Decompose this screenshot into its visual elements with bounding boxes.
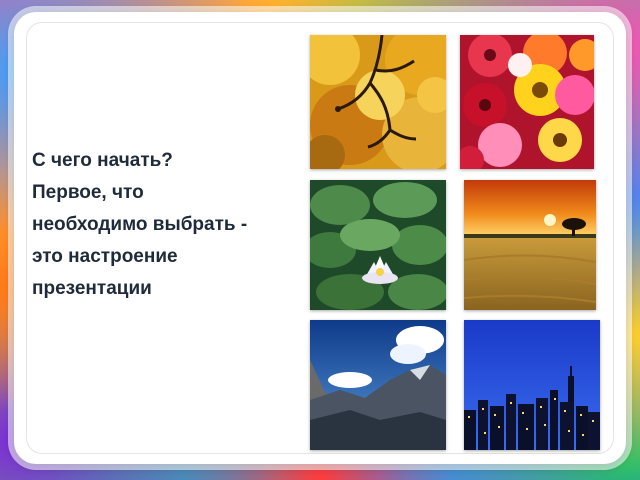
- night-city-photo: [464, 320, 600, 450]
- text-line-4: это настроение: [32, 246, 178, 267]
- text-line-3: необходимо выбрать -: [32, 214, 248, 235]
- text-line-2: Первое, что: [32, 182, 144, 203]
- water-lily-photo: [310, 180, 446, 310]
- mountains-photo: [310, 320, 446, 450]
- text-line-5: презентации: [32, 278, 152, 299]
- gerbera-flowers-photo: [460, 35, 594, 169]
- autumn-tree-photo: [310, 35, 446, 169]
- sunset-field-photo: [464, 180, 596, 310]
- text-line-1: С чего начать?: [32, 150, 173, 171]
- slide-text: С чего начать? Первое, что необходимо вы…: [32, 145, 282, 305]
